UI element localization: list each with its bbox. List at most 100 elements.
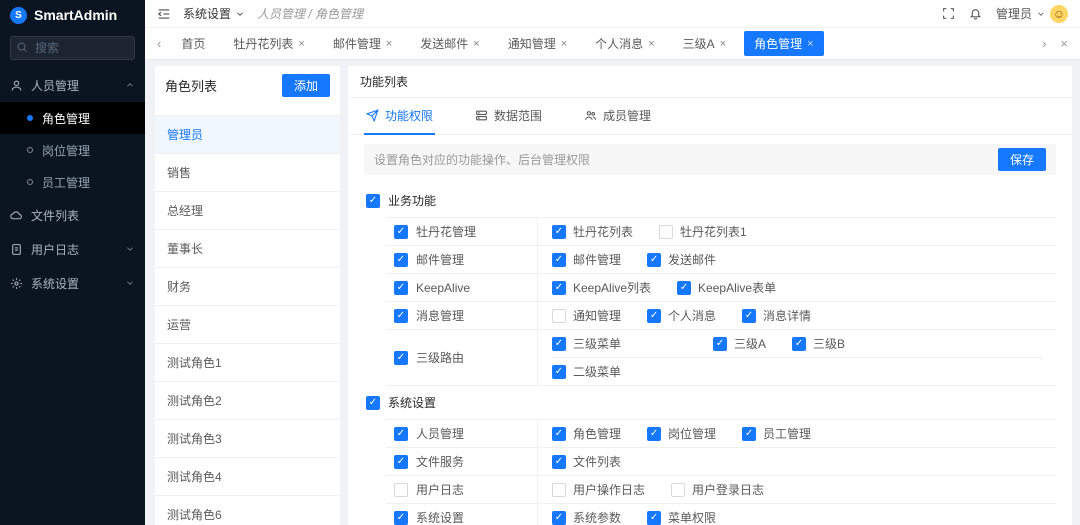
logo-icon: S [10,6,27,24]
role-list-item[interactable]: 测试角色6 [155,495,340,525]
tab-member-management[interactable]: 成员管理 [582,98,653,135]
checkbox-checked[interactable]: ✓ [394,224,408,239]
tab-data-scope[interactable]: 数据范围 [473,98,544,135]
sidebar-subitem-employee-management[interactable]: 员工管理 [0,166,145,198]
checkbox-checked[interactable]: ✓ [647,308,662,323]
role-list-item[interactable]: 测试角色1 [155,343,340,381]
cloud-icon [10,209,23,222]
app-logo[interactable]: S SmartAdmin [0,0,145,30]
sidebar-item-label: 系统设置 [31,276,80,291]
role-list-item[interactable]: 测试角色4 [155,457,340,495]
role-list-item[interactable]: 运营 [155,305,340,343]
save-button[interactable]: 保存 [997,148,1046,171]
page-tab-home[interactable]: 首页 [171,31,215,56]
checkbox-checked[interactable]: ✓ [647,252,662,267]
sidebar-subitem-position-management[interactable]: 岗位管理 [0,134,145,166]
checkbox-checked[interactable]: ✓ [394,426,408,441]
sidebar-item-system-settings[interactable]: 系统设置 [0,266,145,300]
permission-parent-cell: 用户日志 [386,476,538,503]
tree-bullet-icon [27,115,33,121]
checkbox-checked[interactable]: ✓ [552,364,566,379]
checkbox-checked[interactable]: ✓ [394,308,408,323]
checkbox-unchecked[interactable] [394,482,408,497]
page-tab-personal-message[interactable]: 个人消息 × [585,31,664,56]
checkbox-checked[interactable]: ✓ [394,252,408,267]
checkbox-checked[interactable]: ✓ [366,395,380,410]
checkbox-checked[interactable]: ✓ [552,224,566,239]
function-tab-label: 数据范围 [494,109,543,123]
checkbox-unchecked[interactable] [552,308,566,323]
function-tab-label: 功能权限 [385,109,434,123]
checkbox-checked[interactable]: ✓ [792,336,807,351]
tabs-scroll-right-icon[interactable]: › [1038,36,1050,51]
page-tab-label: 发送邮件 [420,37,469,51]
role-list-item[interactable]: 测试角色3 [155,419,340,457]
checkbox-unchecked[interactable] [552,482,566,497]
tabs-close-all-icon[interactable]: × [1056,36,1072,51]
checkbox-checked[interactable]: ✓ [677,280,692,295]
checkbox-checked[interactable]: ✓ [552,510,566,525]
checkbox-unchecked[interactable] [671,482,686,497]
checkbox-checked[interactable]: ✓ [552,454,566,469]
add-role-button[interactable]: 添加 [281,74,330,97]
checkbox-checked[interactable]: ✓ [394,454,408,469]
page-tab-peony-list[interactable]: 牡丹花列表 × [223,31,314,56]
sidebar-item-personnel[interactable]: 人员管理 [0,68,145,102]
role-list-item[interactable]: 测试角色2 [155,381,340,419]
collapse-sidebar-icon[interactable] [157,7,171,21]
fullscreen-icon[interactable] [942,7,955,20]
user-menu-trigger[interactable]: 管理员 ☺ [996,4,1068,23]
role-list-item[interactable]: 销售 [155,153,340,191]
sidebar-item-user-logs[interactable]: 用户日志 [0,232,145,266]
tab-function-permission[interactable]: 功能权限 [364,98,436,135]
tab-close-icon[interactable]: × [720,38,726,50]
checkbox-checked[interactable]: ✓ [552,426,566,441]
checkbox-checked[interactable]: ✓ [552,280,566,295]
page-tab-mail-management[interactable]: 邮件管理 × [323,31,402,56]
checkbox-checked[interactable]: ✓ [394,280,408,295]
checkbox-unchecked[interactable] [659,224,674,239]
checkbox-checked[interactable]: ✓ [742,426,757,441]
checkbox-checked[interactable]: ✓ [394,350,408,365]
page-tab-notice-management[interactable]: 通知管理 × [498,31,577,56]
checkbox-checked[interactable]: ✓ [647,510,662,525]
checkbox-checked[interactable]: ✓ [366,193,380,208]
permission-children-cell: ✓ KeepAlive列表 ✓ KeepAlive表单 [538,274,1056,301]
sidebar-search [10,36,135,60]
role-list-item[interactable]: 总经理 [155,191,340,229]
permission-parent-cell: ✓ KeepAlive [386,274,538,301]
bell-icon[interactable] [969,7,982,20]
checkbox-checked[interactable]: ✓ [394,510,408,525]
checkbox-checked[interactable]: ✓ [742,308,757,323]
tab-close-icon[interactable]: × [807,38,813,50]
checkbox-checked[interactable]: ✓ [713,336,728,351]
checkbox-checked[interactable]: ✓ [647,426,662,441]
tab-close-icon[interactable]: × [473,38,479,50]
checkbox-checked[interactable]: ✓ [552,336,566,351]
tab-close-icon[interactable]: × [386,38,392,50]
page-tab-role-management[interactable]: 角色管理 × [744,31,824,56]
page-tab-send-mail[interactable]: 发送邮件 × [410,31,489,56]
search-input[interactable] [10,36,135,60]
role-list-item[interactable]: 财务 [155,267,340,305]
permission-item: ✓ 文件列表 [552,453,621,470]
tab-close-icon[interactable]: × [648,38,654,50]
tab-close-icon[interactable]: × [561,38,567,50]
permission-item-label: 牡丹花列表1 [680,225,747,239]
top-header: 系统设置 人员管理 / 角色管理 管理员 ☺ [145,0,1080,28]
sidebar-item-file-list[interactable]: 文件列表 [0,198,145,232]
role-list-item[interactable]: 董事长 [155,229,340,267]
permission-item-label: 三级A [734,337,767,351]
sidebar-subitem-role-management[interactable]: 角色管理 [0,102,145,134]
permission-item-label: 员工管理 [763,427,812,441]
function-panel-title: 功能列表 [348,66,1072,98]
checkbox-checked[interactable]: ✓ [552,252,566,267]
header-menu-trigger[interactable]: 系统设置 [183,5,245,22]
permission-children-cell: 通知管理 ✓ 个人消息 ✓ 消息详情 [538,302,1056,329]
tab-close-icon[interactable]: × [298,38,304,50]
page-tab-level3-a[interactable]: 三级A × [673,31,736,56]
role-list-item[interactable]: 管理员 [155,115,340,153]
tabs-scroll-left-icon[interactable]: ‹ [153,36,165,51]
permission-parent-cell: ✓ 三级路由 [386,330,538,385]
permission-item-label: 通知管理 [573,309,622,323]
